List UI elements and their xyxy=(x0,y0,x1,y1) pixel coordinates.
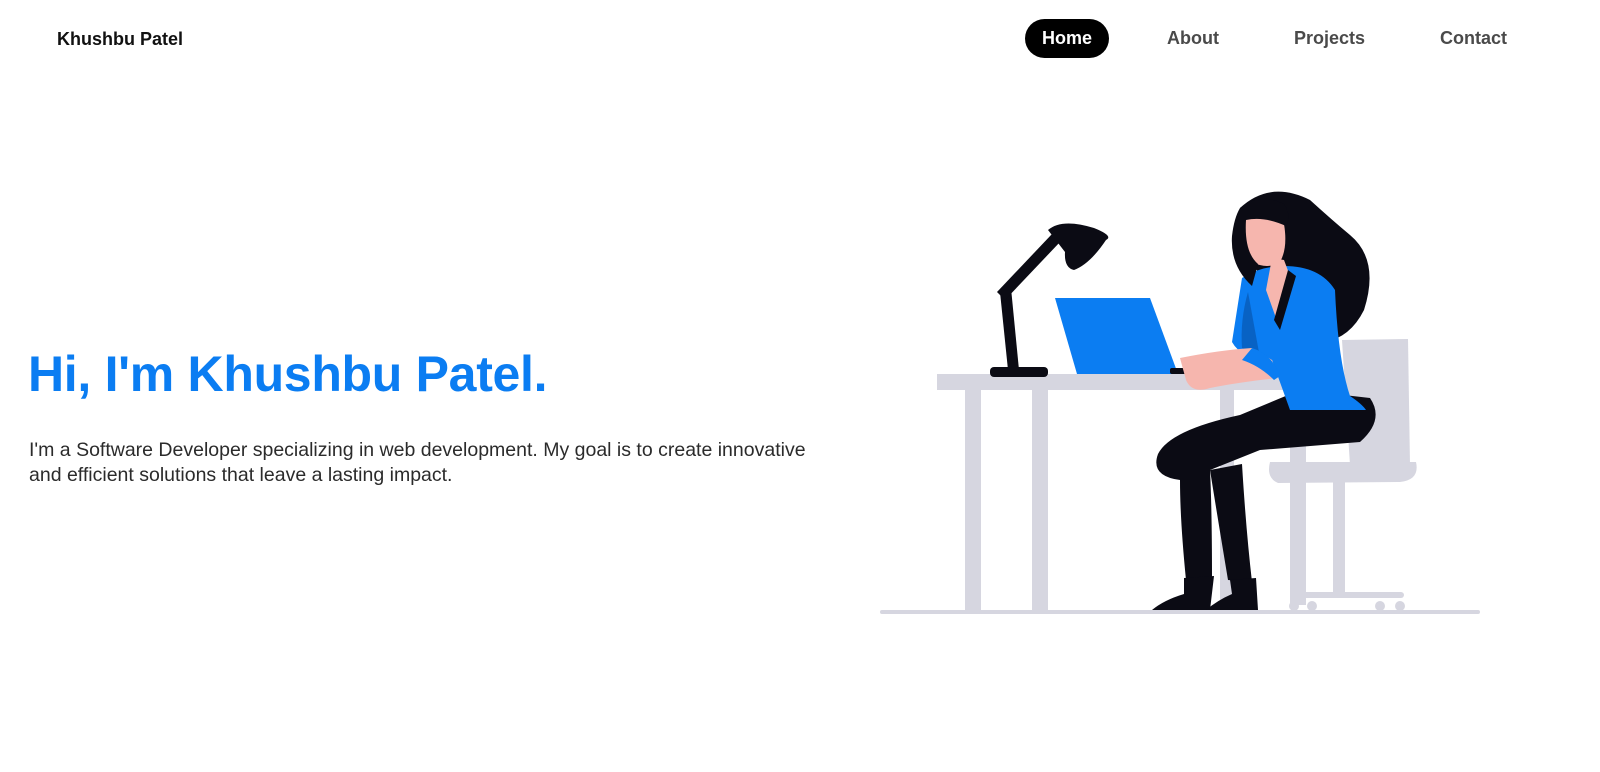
brand-logo-link[interactable]: Khushbu Patel xyxy=(57,27,183,51)
hero-title: Hi, I'm Khushbu Patel. xyxy=(28,346,548,402)
nav-link-about[interactable]: About xyxy=(1150,19,1236,58)
page: Khushbu Patel Home About Projects Contac… xyxy=(0,0,1600,772)
woman-working-at-desk-illustration xyxy=(880,191,1480,614)
hero-description: I'm a Software Developer specializing in… xyxy=(29,439,806,486)
nav-link-home[interactable]: Home xyxy=(1025,19,1110,58)
nav-link-projects[interactable]: Projects xyxy=(1277,19,1382,58)
nav-link-contact[interactable]: Contact xyxy=(1423,19,1524,58)
nav-menu: Home About Projects Contact xyxy=(1025,19,1524,58)
navbar: Khushbu Patel Home About Projects Contac… xyxy=(0,0,1600,78)
laptop xyxy=(1055,298,1202,374)
